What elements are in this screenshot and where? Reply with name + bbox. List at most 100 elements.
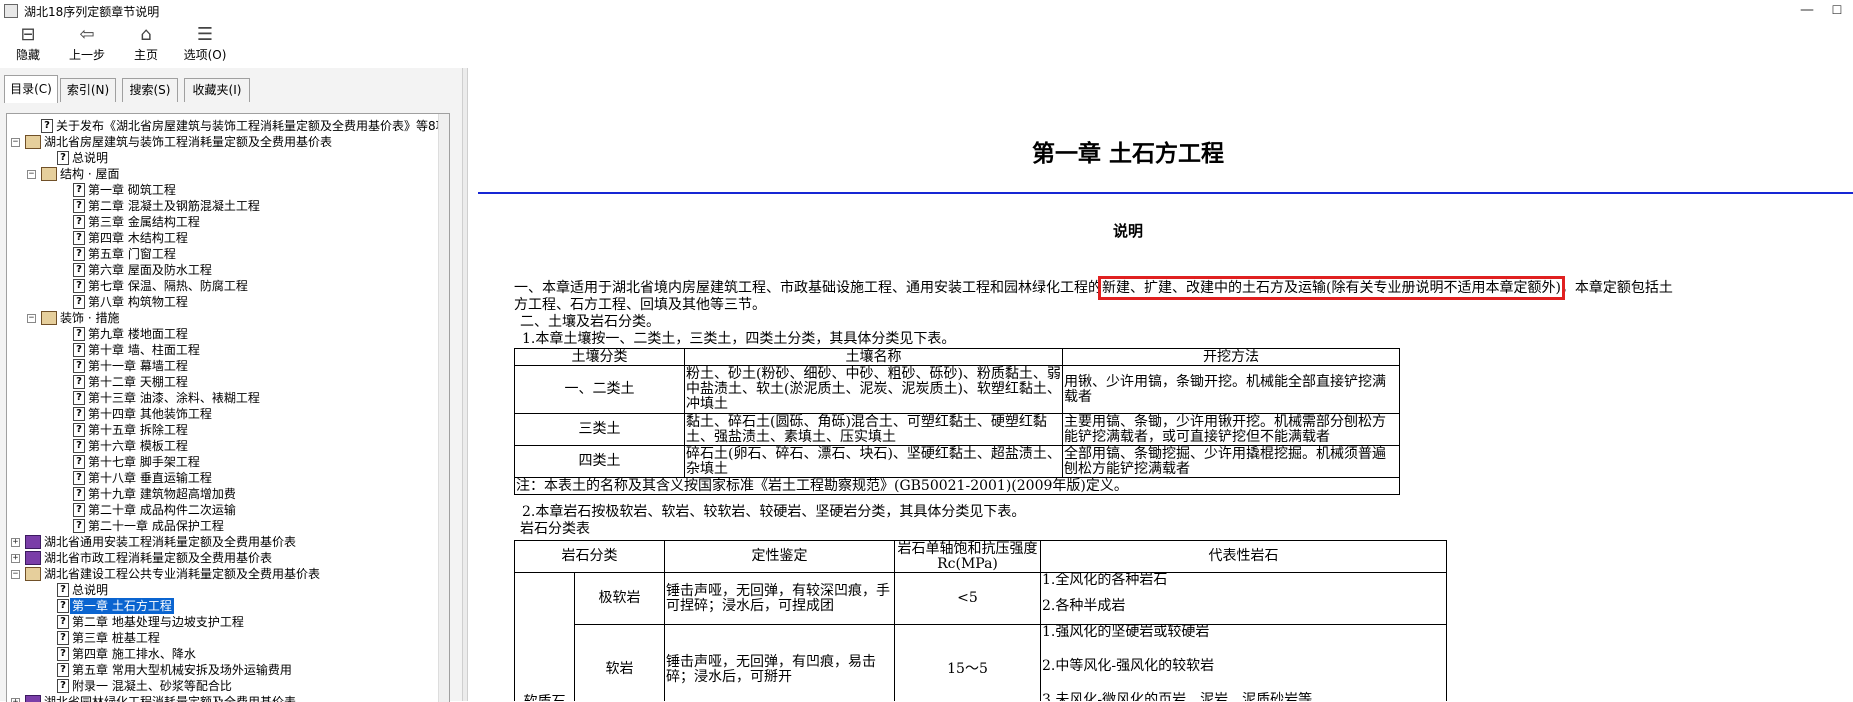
tree-item[interactable]: ? 第二十章 成品构件二次运输	[7, 502, 437, 518]
rock-row2-examples: 1.强风化的坚硬岩或较硬岩 2.中等风化-强风化的较软岩 3.未风化-微风化的页…	[1040, 624, 1447, 702]
collapse-icon[interactable]: −	[11, 138, 20, 147]
home-icon: ⌂	[140, 24, 152, 45]
collapse-icon[interactable]: −	[27, 314, 36, 323]
tree-item[interactable]: ? 第十九章 建筑物超高增加费	[7, 486, 437, 502]
tree-item[interactable]: ? 第三章 桩基工程	[7, 630, 437, 646]
help-page-icon: ?	[73, 183, 85, 197]
tree-item[interactable]: ? 第十八章 垂直运输工程	[7, 470, 437, 486]
section-subtitle: 说明	[1112, 222, 1143, 240]
soil-header-class: 土壤分类	[514, 348, 685, 366]
paragraph-4: 2.本章岩石按极软岩、软岩、较软岩、较硬岩、坚硬岩分类，其具体分类见下表。	[522, 504, 1026, 520]
paragraph-2: 二、土壤及岩石分类。	[520, 314, 660, 330]
tree-item[interactable]: ?关于发布《湖北省房屋建筑与装饰工程消耗量定额及全费用基价表》等8项定额的通知	[7, 118, 449, 134]
options-button[interactable]: ☰ 选项(O)	[178, 24, 232, 66]
tree-item[interactable]: ? 第一章 土石方工程	[7, 598, 437, 614]
help-page-icon: ?	[73, 231, 85, 245]
tree-item[interactable]: − 装饰 · 措施	[7, 310, 437, 326]
tree-item[interactable]: ? 第二十一章 成品保护工程	[7, 518, 437, 534]
tree-item[interactable]: − 结构 · 屋面	[7, 166, 437, 182]
rock-row2-example-3: 3.未风化-微风化的页岩、泥岩、泥质砂岩等	[1042, 692, 1313, 702]
rock-row2-desc: 锤击声哑，无回弹，有凹痕，易击碎；浸水后，可掰开	[664, 624, 895, 701]
tree-item-label: 结构 · 屋面	[60, 167, 120, 181]
tree-item[interactable]: − 湖北省房屋建筑与装饰工程消耗量定额及全费用基价表	[7, 134, 437, 150]
tree-item[interactable]: ? 第四章 施工排水、降水	[7, 646, 437, 662]
maximize-button[interactable]: ☐	[1822, 0, 1852, 22]
soil-row3-method: 全部用镐、条锄挖掘、少许用撬棍挖掘。机械须普遍刨松方能铲挖满载者	[1062, 445, 1400, 478]
home-button[interactable]: ⌂ 主页	[126, 24, 166, 66]
rock-row1-example-2: 2.各种半成岩	[1042, 598, 1126, 614]
tab-index[interactable]: 索引(N)	[60, 78, 116, 102]
collapse-icon[interactable]: −	[11, 570, 20, 579]
closed-book-icon	[25, 551, 41, 565]
back-button[interactable]: ⇦ 上一步	[62, 24, 112, 66]
tree-item[interactable]: ? 第二章 地基处理与边坡支护工程	[7, 614, 437, 630]
help-page-icon: ?	[73, 519, 85, 533]
tree-item[interactable]: ? 第六章 屋面及防水工程	[7, 262, 437, 278]
tree-item[interactable]: ? 第十一章 幕墙工程	[7, 358, 437, 374]
expand-icon[interactable]: +	[11, 538, 20, 547]
help-page-icon: ?	[73, 503, 85, 517]
tree-item[interactable]: − 湖北省建设工程公共专业消耗量定额及全费用基价表	[7, 566, 437, 582]
tab-favorites[interactable]: 收藏夹(I)	[184, 78, 250, 102]
expand-icon[interactable]: +	[11, 554, 20, 563]
tree-item-label: 第十六章 模板工程	[88, 439, 188, 453]
title-bar: 湖北18序列定额章节说明 — ☐	[0, 0, 1853, 22]
rock-row1-name: 极软岩	[574, 572, 665, 625]
tree-item-label: 湖北省建设工程公共专业消耗量定额及全费用基价表	[44, 567, 321, 581]
rock-row2-name: 软岩	[574, 624, 665, 701]
soil-row3-name: 碎石土(卵石、碎石、漂石、块石)、坚硬红黏土、超盐渍土、杂填土	[684, 445, 1063, 478]
tree-item[interactable]: ? 第四章 木结构工程	[7, 230, 437, 246]
paragraph-3: 1.本章土壤按一、二类土，三类土，四类土分类，其具体分类见下表。	[522, 331, 956, 347]
help-page-icon: ?	[73, 199, 85, 213]
tree-item-label: 第九章 楼地面工程	[88, 327, 188, 341]
expand-icon[interactable]: +	[11, 698, 20, 702]
tree-item[interactable]: ? 第十四章 其他装饰工程	[7, 406, 437, 422]
p1-before: 一、本章适用于湖北省境内房屋建筑工程、市政基础设施工程、通用安装工程和园林绿化工…	[514, 280, 1102, 296]
open-book-icon	[25, 567, 41, 581]
tree-item-label: 第三章 桩基工程	[72, 631, 160, 645]
help-page-icon: ?	[41, 119, 53, 133]
tab-search[interactable]: 搜索(S)	[122, 78, 178, 102]
tree-scrollbar[interactable]	[438, 114, 449, 702]
soil-row2-method: 主要用镐、条锄，少许用锹开挖。机械需部分刨松方能铲挖满载者，或可直接铲挖但不能满…	[1062, 413, 1400, 446]
collapse-icon[interactable]: −	[27, 170, 36, 179]
soil-classification-table: 土壤分类 土壤名称 开挖方法 一、二类土 粉土、砂土(粉砂、细砂、中砂、粗砂、砾…	[514, 348, 1400, 495]
tree-item-label: 第六章 屋面及防水工程	[88, 263, 212, 277]
tree-item[interactable]: + 湖北省市政工程消耗量定额及全费用基价表	[7, 550, 437, 566]
tab-contents[interactable]: 目录(C)	[4, 75, 58, 103]
tree-item[interactable]: ? 第七章 保温、隔热、防腐工程	[7, 278, 437, 294]
tree-item-label: 第十四章 其他装饰工程	[88, 407, 212, 421]
tree-item[interactable]: ? 第十章 墙、柱面工程	[7, 342, 437, 358]
tree-item[interactable]: ? 第十六章 模板工程	[7, 438, 437, 454]
tree-item[interactable]: ? 第五章 门窗工程	[7, 246, 437, 262]
tree-item[interactable]: ? 第十七章 脚手架工程	[7, 454, 437, 470]
paragraph-1-line2: 方工程、石方工程、回填及其他等三节。	[514, 297, 766, 313]
paragraph-1: 一、本章适用于湖北省境内房屋建筑工程、市政基础设施工程、通用安装工程和园林绿化工…	[514, 276, 1673, 300]
tree-item[interactable]: ? 第三章 金属结构工程	[7, 214, 437, 230]
tree-item-label: 第十一章 幕墙工程	[88, 359, 188, 373]
tree-item[interactable]: ? 第八章 构筑物工程	[7, 294, 437, 310]
tree-item-label: 装饰 · 措施	[60, 311, 120, 325]
tree-item[interactable]: ? 第十五章 拆除工程	[7, 422, 437, 438]
help-page-icon: ?	[57, 583, 69, 597]
contents-tree: ?关于发布《湖北省房屋建筑与装饰工程消耗量定额及全费用基价表》等8项定额的通知−…	[6, 113, 450, 702]
tree-item-label: 第十章 墙、柱面工程	[88, 343, 200, 357]
toolbar: ⊟ 隐藏 ⇦ 上一步 ⌂ 主页 ☰ 选项(O)	[0, 22, 1853, 69]
tree-item[interactable]: ? 总说明	[7, 582, 437, 598]
tree-item-label: 第五章 门窗工程	[88, 247, 176, 261]
tree-item[interactable]: ? 附录一 混凝土、砂浆等配合比	[7, 678, 437, 694]
tree-item[interactable]: ? 第一章 砌筑工程	[7, 182, 437, 198]
hide-button[interactable]: ⊟ 隐藏	[8, 24, 48, 66]
help-page-icon: ?	[73, 455, 85, 469]
tree-item[interactable]: ? 第九章 楼地面工程	[7, 326, 437, 342]
p1-after: ，本章定额包括土	[1560, 280, 1673, 296]
tree-item[interactable]: + 湖北省通用安装工程消耗量定额及全费用基价表	[7, 534, 437, 550]
tree-item[interactable]: ? 第五章 常用大型机械安拆及场外运输费用	[7, 662, 437, 678]
rock-row2-example-1: 1.强风化的坚硬岩或较硬岩	[1042, 624, 1210, 640]
tree-item[interactable]: ? 第十二章 天棚工程	[7, 374, 437, 390]
tree-item-label: 第十七章 脚手架工程	[88, 455, 200, 469]
tree-item[interactable]: ? 第二章 混凝土及钢筋混凝土工程	[7, 198, 437, 214]
tree-item-label: 第十五章 拆除工程	[88, 423, 188, 437]
tree-item[interactable]: ? 总说明	[7, 150, 437, 166]
tree-item[interactable]: ? 第十三章 油漆、涂料、裱糊工程	[7, 390, 437, 406]
